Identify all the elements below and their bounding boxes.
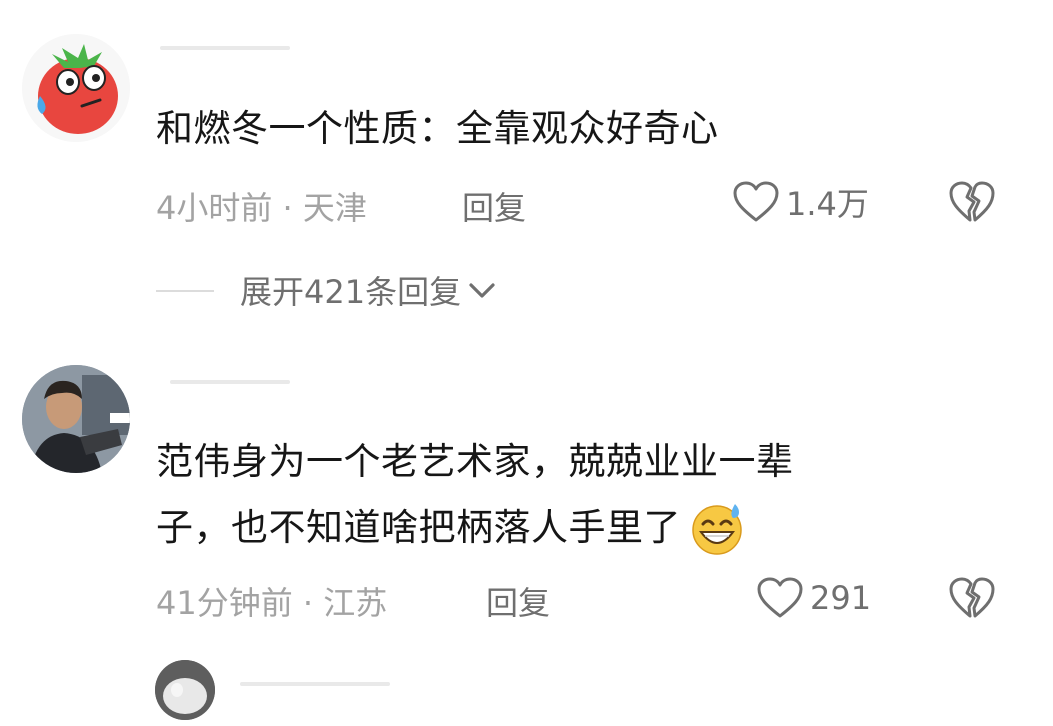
broken-heart-icon	[949, 181, 995, 222]
like-count: 291	[810, 579, 872, 617]
comment-text-line-1: 范伟身为一个老艺术家，兢兢业业一辈	[156, 440, 794, 483]
comment-time-location: 41分钟前 · 江苏	[156, 584, 388, 622]
username[interactable]	[160, 46, 290, 50]
comment-time-location: 4小时前 · 天津	[156, 189, 367, 227]
divider	[156, 290, 214, 292]
like-count: 1.4万	[786, 185, 869, 223]
reply-button[interactable]: 回复	[462, 183, 526, 229]
sweat-smile-emoji-icon	[692, 504, 742, 555]
expand-replies-label: 展开421条回复	[240, 273, 462, 311]
dislike-button[interactable]	[948, 576, 996, 620]
chevron-down-icon	[469, 283, 495, 298]
heart-outline-icon	[757, 577, 803, 618]
avatar[interactable]	[155, 660, 215, 720]
dislike-button[interactable]	[948, 180, 996, 224]
person-avatar-icon	[22, 365, 130, 473]
tomato-avatar-icon	[22, 34, 130, 142]
reply-button[interactable]: 回复	[486, 578, 550, 624]
like-button[interactable]: 291	[756, 574, 871, 622]
broken-heart-icon	[949, 577, 995, 618]
username[interactable]	[170, 380, 290, 384]
heart-outline-icon	[733, 181, 779, 222]
comment-text: 和燃冬一个性质：全靠观众好奇心	[156, 107, 719, 150]
avatar[interactable]	[22, 34, 130, 142]
animal-avatar-icon	[155, 660, 215, 720]
avatar[interactable]	[22, 365, 130, 473]
like-button[interactable]: 1.4万	[732, 178, 869, 226]
expand-replies-button[interactable]: 展开421条回复	[240, 268, 497, 312]
comment-text-line-2: 子，也不知道啥把柄落人手里了	[156, 505, 681, 549]
username[interactable]	[240, 682, 390, 686]
comment-text-line-2-wrap: 子，也不知道啥把柄落人手里了	[156, 498, 747, 558]
